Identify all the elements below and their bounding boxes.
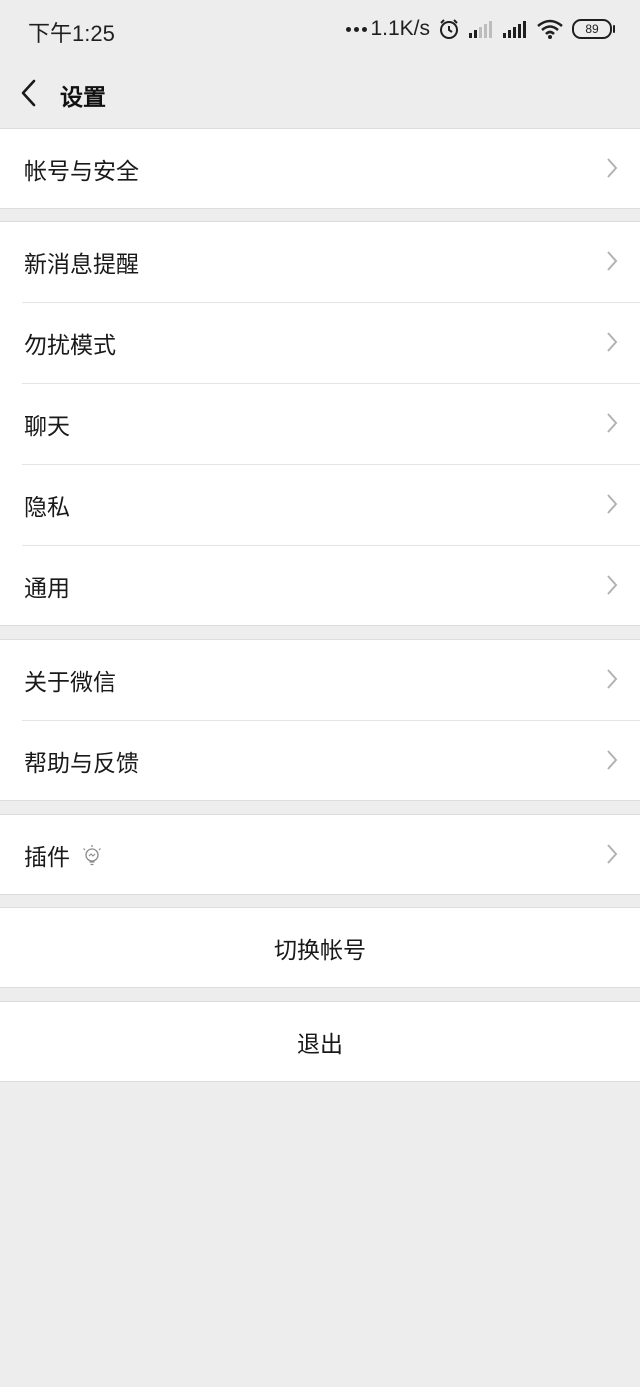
battery-icon: 89	[572, 19, 615, 39]
settings-group-plugins: 插件	[0, 814, 640, 895]
switch-account-group: 切换帐号	[0, 907, 640, 988]
cell-account-security[interactable]: 帐号与安全	[0, 128, 640, 209]
cell-label: 聊天	[24, 413, 70, 440]
chevron-right-icon	[607, 332, 618, 352]
cell-label: 帮助与反馈	[24, 750, 139, 777]
cell-general[interactable]: 通用	[0, 545, 640, 626]
cell-label: 关于微信	[24, 669, 116, 696]
cell-chat[interactable]: 聊天	[0, 383, 640, 464]
chevron-right-icon	[607, 413, 618, 433]
signal-full-icon	[503, 21, 526, 38]
back-arrow-icon	[21, 79, 36, 107]
alarm-icon	[440, 19, 458, 39]
chevron-right-icon	[607, 575, 618, 595]
cell-label: 通用	[24, 575, 70, 602]
cell-label: 隐私	[24, 494, 70, 521]
chevron-right-icon	[607, 669, 618, 689]
switch-account-label: 切换帐号	[274, 937, 366, 964]
cell-help-feedback[interactable]: 帮助与反馈	[0, 720, 640, 801]
cell-privacy[interactable]: 隐私	[0, 464, 640, 545]
battery-level: 89	[585, 22, 599, 36]
switch-account-button[interactable]: 切换帐号	[0, 907, 640, 988]
wifi-icon	[537, 19, 563, 39]
cell-new-message-notification[interactable]: 新消息提醒	[0, 221, 640, 302]
cell-plugins[interactable]: 插件	[0, 814, 640, 895]
chevron-right-icon	[607, 844, 618, 864]
signal-weak-icon	[469, 21, 492, 38]
settings-group-about: 关于微信 帮助与反馈	[0, 639, 640, 801]
lightbulb-icon	[83, 844, 101, 865]
cell-label: 勿扰模式	[24, 332, 116, 359]
network-speed: 1.1K/s	[346, 17, 430, 41]
status-time: 下午1:25	[28, 21, 115, 46]
logout-button[interactable]: 退出	[0, 1001, 640, 1082]
cell-label: 帐号与安全	[24, 158, 139, 185]
cell-label: 新消息提醒	[24, 251, 139, 278]
status-bar: 下午1:25 1.1K/s 89	[0, 0, 640, 58]
chevron-right-icon	[607, 750, 618, 770]
logout-group: 退出	[0, 1001, 640, 1082]
chevron-right-icon	[607, 158, 618, 178]
cell-do-not-disturb[interactable]: 勿扰模式	[0, 302, 640, 383]
back-button[interactable]	[14, 74, 48, 112]
nav-bar: 设置	[0, 58, 640, 128]
cell-label: 插件	[24, 844, 70, 871]
settings-group-main: 新消息提醒 勿扰模式 聊天 隐私 通用	[0, 221, 640, 626]
page-title: 设置	[60, 85, 106, 111]
network-speed-text: 1.1K/s	[370, 17, 430, 40]
cell-about-wechat[interactable]: 关于微信	[0, 639, 640, 720]
chevron-right-icon	[607, 251, 618, 271]
chevron-right-icon	[607, 494, 618, 514]
more-dots-icon	[346, 26, 368, 32]
logout-label: 退出	[297, 1031, 343, 1058]
settings-group-account: 帐号与安全	[0, 128, 640, 209]
status-icons: 1.1K/s 89	[346, 14, 615, 44]
